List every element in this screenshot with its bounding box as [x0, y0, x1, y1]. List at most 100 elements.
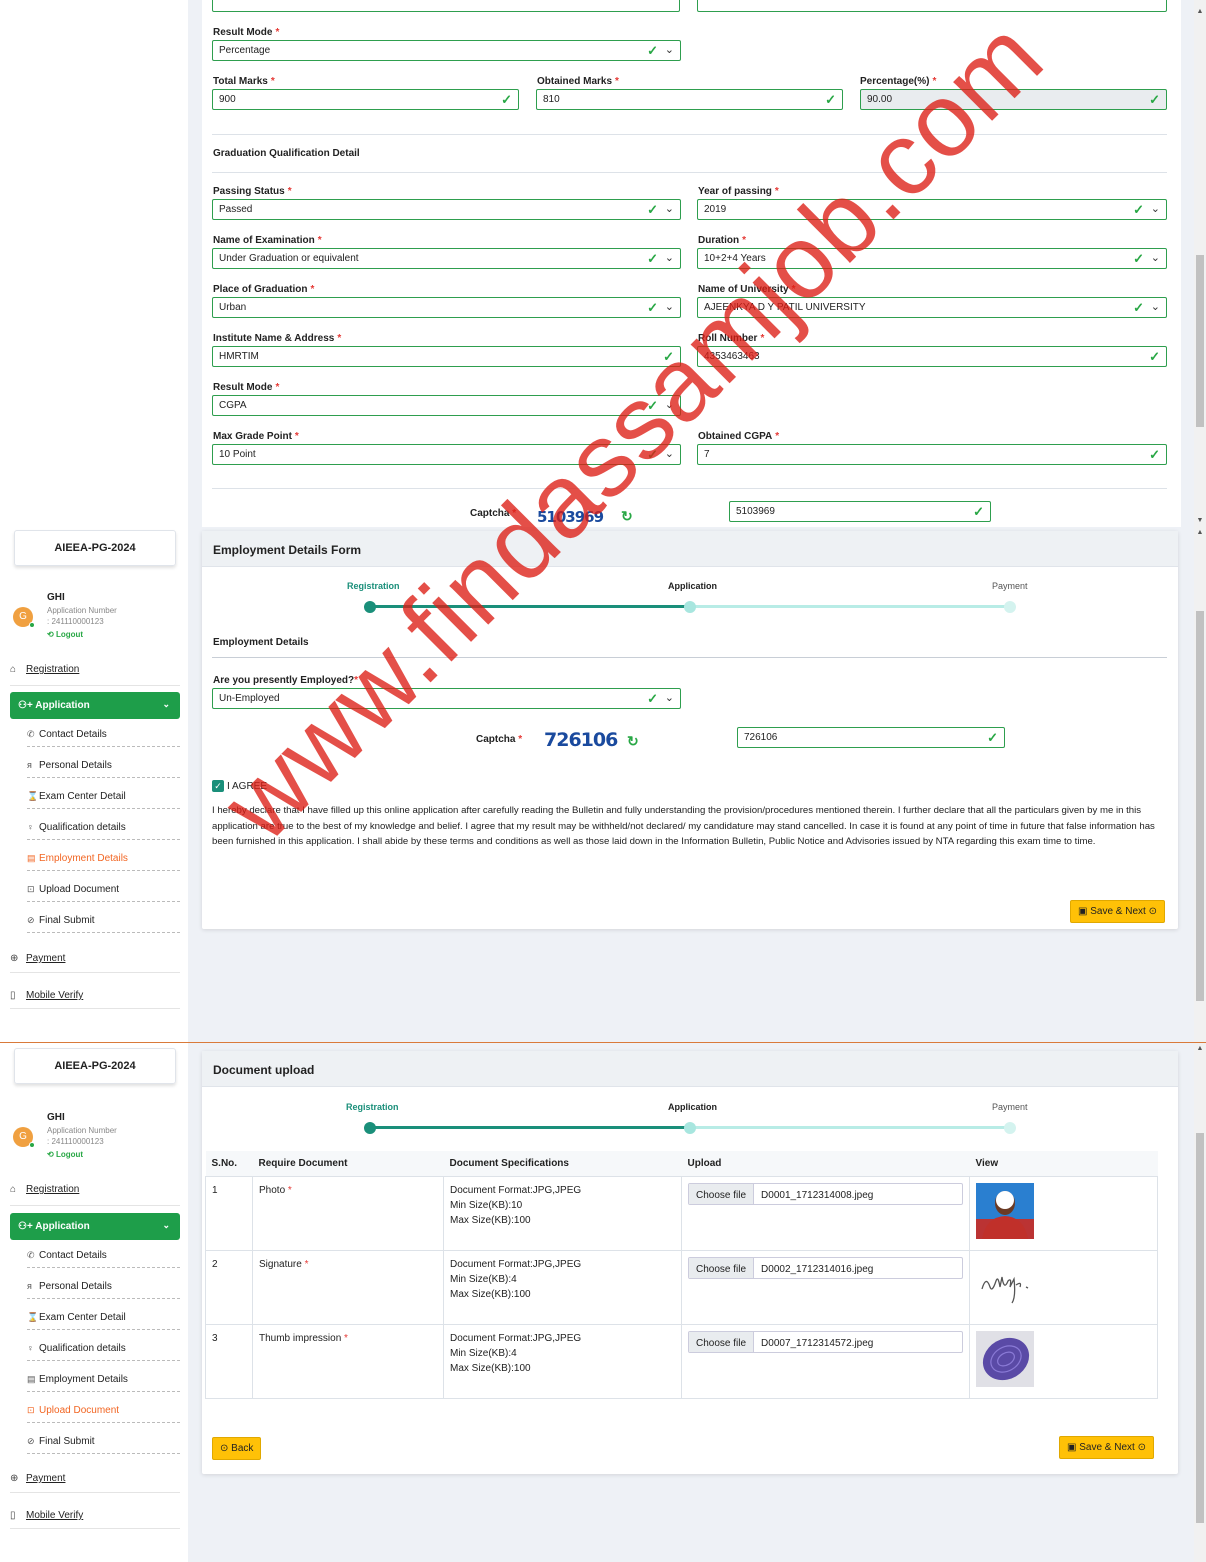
year-of-passing-select[interactable]: 2019 ✓ ⌄ [697, 199, 1167, 220]
chevron-down-icon: ⌄ [664, 399, 674, 411]
chevron-down-icon: ⌄ [664, 692, 674, 704]
name-of-exam-select[interactable]: Under Graduation or equivalent ✓ ⌄ [212, 248, 681, 269]
sub-final-submit[interactable]: ⊘ Final Submit [27, 1436, 180, 1454]
file-input[interactable]: Choose file D0007_1712314572.jpeg [688, 1331, 963, 1353]
scrollbar-thumb[interactable] [1196, 255, 1204, 427]
chevron-down-icon: ⌄ [1150, 203, 1160, 215]
save-next-button[interactable]: ▣ Save & Next ⊙ [1059, 1436, 1154, 1459]
hourglass-icon: ⌛ [27, 791, 39, 801]
sub-qualification[interactable]: ♀ Qualification details [27, 822, 180, 840]
chevron-down-icon: ⌄ [664, 44, 674, 56]
duration-select[interactable]: 10+2+4 Years ✓ ⌄ [697, 248, 1167, 269]
employed-label: Are you presently Employed?* [213, 675, 359, 686]
refresh-icon[interactable]: ↻ [627, 733, 639, 750]
nav-registration[interactable]: ⌂ Registration [10, 1184, 180, 1195]
roll-number-input[interactable]: 4353463463 ✓ [697, 346, 1167, 367]
choose-file-button[interactable]: Choose file [689, 1332, 755, 1352]
percentage-input: 90.00 ✓ [860, 89, 1167, 110]
divider [10, 1008, 180, 1009]
sub-final-submit[interactable]: ⊘ Final Submit [27, 915, 180, 933]
row-spec: Document Format:JPG,JPEG Min Size(KB):10 M… [443, 1176, 682, 1251]
sub-contact-details[interactable]: ✆ Contact Details [27, 1250, 180, 1268]
check-icon: ✓ [647, 447, 658, 462]
signature-thumbnail[interactable] [976, 1257, 1034, 1313]
scrollbar[interactable]: ▲ ▼ [1194, 0, 1206, 527]
brand-title: AIEEA-PG-2024 [14, 530, 176, 566]
prev-select-field-2[interactable] [697, 0, 1167, 12]
divider [10, 685, 180, 686]
scrollbar[interactable]: ▲ [1194, 527, 1206, 1042]
obtained-cgpa-input[interactable]: 7 ✓ [697, 444, 1167, 465]
sub-upload-document[interactable]: ⊡ Upload Document [27, 1405, 180, 1423]
graduation-title: Graduation Qualification Detail [213, 148, 360, 159]
passing-status-select[interactable]: Passed ✓ ⌄ [212, 199, 681, 220]
check-icon: ✓ [501, 92, 512, 107]
col-spec: Document Specifications [443, 1151, 682, 1177]
scroll-up-icon[interactable]: ▲ [1194, 529, 1206, 536]
captcha-input[interactable]: 726106 ✓ [737, 727, 1005, 748]
photo-thumbnail[interactable] [976, 1183, 1034, 1239]
scrollbar-thumb[interactable] [1196, 1133, 1204, 1523]
check-circle-icon: ⊘ [27, 1436, 35, 1446]
obtained-marks-input[interactable]: 810 ✓ [536, 89, 843, 110]
scroll-down-icon[interactable]: ▼ [1194, 517, 1206, 524]
university-select[interactable]: AJEENKYA D Y PATIL UNIVERSITY ✓ ⌄ [697, 297, 1167, 318]
file-input[interactable]: Choose file D0001_1712314008.jpeg [688, 1183, 963, 1205]
sub-employment-details[interactable]: ▤ Employment Details [27, 853, 180, 871]
sub-exam-center[interactable]: ⌛Exam Center Detail [27, 791, 180, 809]
nav-payment[interactable]: ⊕ Payment [10, 953, 180, 964]
sub-contact-details[interactable]: ✆ Contact Details [27, 729, 180, 747]
agree-checkbox[interactable]: ✓ [212, 780, 224, 792]
logout-link[interactable]: ⟲ Logout [47, 1150, 83, 1159]
sub-qualification[interactable]: ♀ Qualification details [27, 1343, 180, 1361]
institute-input[interactable]: HMRTIM ✓ [212, 346, 681, 367]
nav-mobile-verify[interactable]: ▯ Mobile Verify [10, 990, 180, 1001]
file-name: D0002_1712314016.jpeg [761, 1264, 874, 1275]
scrollbar[interactable]: ▲ [1194, 1043, 1206, 1562]
nav-payment[interactable]: ⊕ Payment [10, 1473, 180, 1484]
user-name: GHI [47, 1112, 65, 1123]
refresh-icon[interactable]: ↻ [621, 508, 633, 525]
logout-link[interactable]: ⟲ Logout [47, 630, 83, 639]
chevron-down-icon: ⌄ [162, 1220, 170, 1230]
back-button[interactable]: ⊙ Back [212, 1437, 262, 1460]
choose-file-button[interactable]: Choose file [689, 1258, 755, 1278]
app-number-label: Application Number [47, 606, 117, 615]
step-registration: Registration [346, 1102, 399, 1112]
nav-application[interactable]: ⚇+ Application ⌄ [10, 692, 180, 719]
nav-application[interactable]: ⚇+ Application ⌄ [10, 1213, 180, 1240]
scroll-up-icon[interactable]: ▲ [1194, 1045, 1206, 1052]
total-marks-input[interactable]: 900 ✓ [212, 89, 519, 110]
captcha-input[interactable]: 5103969 ✓ [729, 501, 991, 522]
check-icon: ✓ [647, 202, 658, 217]
chevron-down-icon: ⌄ [664, 448, 674, 460]
place-of-grad-select[interactable]: Urban ✓ ⌄ [212, 297, 681, 318]
nav-registration[interactable]: ⌂ Registration [10, 664, 180, 675]
thumb-thumbnail[interactable] [976, 1331, 1034, 1387]
sub-personal-details[interactable]: ᴙ Personal Details [27, 760, 180, 778]
result-mode2-select[interactable]: CGPA ✓ ⌄ [212, 395, 681, 416]
arrow-right-icon: ⊙ [1148, 906, 1157, 917]
sub-upload-document[interactable]: ⊡ Upload Document [27, 884, 180, 902]
person-icon: ᴙ [27, 1281, 32, 1291]
prev-select-field[interactable] [212, 0, 680, 12]
employed-select[interactable]: Un-Employed ✓ ⌄ [212, 688, 681, 709]
save-next-button[interactable]: ▣ Save & Next ⊙ [1070, 900, 1165, 923]
result-mode-select[interactable]: Percentage ✓ ⌄ [212, 40, 681, 61]
declaration-text: I hereby declare that I have filled up t… [212, 805, 1155, 847]
table-row: 2 Signature * Document Format:JPG,JPEG Mi… [205, 1250, 1158, 1325]
file-input[interactable]: Choose file D0002_1712314016.jpeg [688, 1257, 963, 1279]
sub-exam-center[interactable]: ⌛Exam Center Detail [27, 1312, 180, 1330]
sub-personal-details[interactable]: ᴙ Personal Details [27, 1281, 180, 1299]
sub-employment-details[interactable]: ▤ Employment Details [27, 1374, 180, 1392]
file-name: D0001_1712314008.jpeg [761, 1190, 874, 1201]
row-view [969, 1324, 1158, 1399]
check-icon: ✓ [647, 251, 658, 266]
nav-mobile-verify[interactable]: ▯ Mobile Verify [10, 1510, 180, 1521]
scroll-up-icon[interactable]: ▲ [1194, 8, 1206, 15]
choose-file-button[interactable]: Choose file [689, 1184, 755, 1204]
check-icon: ✓ [1149, 447, 1160, 462]
scrollbar-thumb[interactable] [1196, 611, 1204, 1001]
max-grade-select[interactable]: 10 Point ✓ ⌄ [212, 444, 681, 465]
user-add-icon: ⚇+ [18, 1221, 33, 1232]
